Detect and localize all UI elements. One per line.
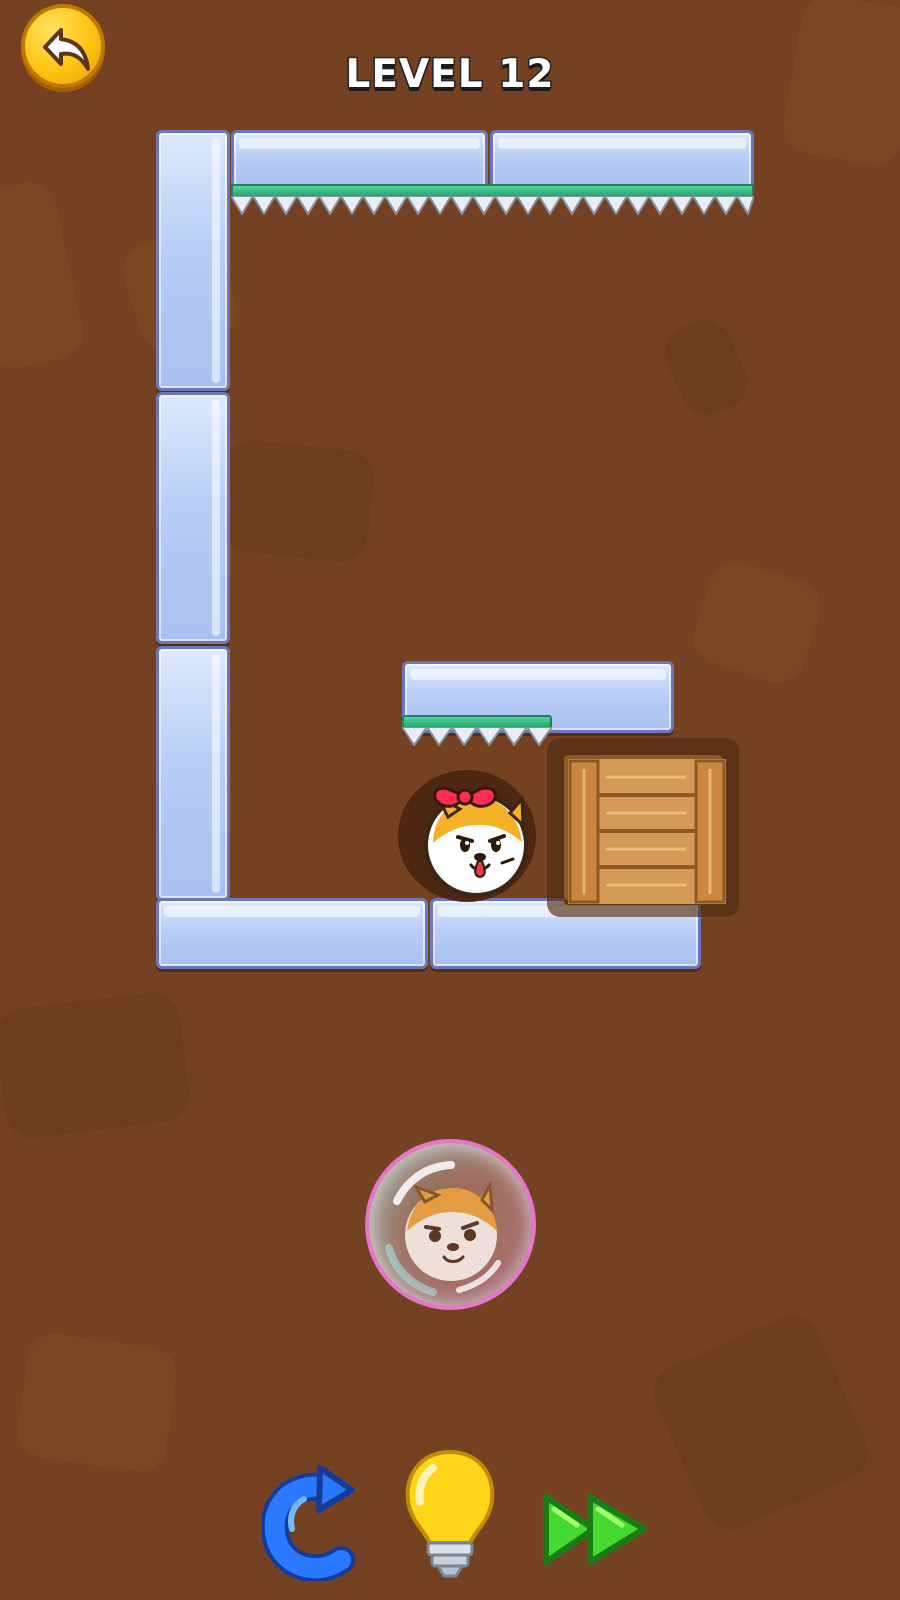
ice-block-bottom-right: [430, 898, 701, 969]
ice-block-left-middle: [156, 392, 230, 644]
skip-button[interactable]: [542, 1489, 652, 1571]
background-rock-3: [217, 437, 377, 565]
ice-block-left-upper: [156, 130, 230, 391]
middle-spikes: [402, 727, 552, 746]
top-spikes: [231, 196, 754, 215]
restart-button[interactable]: [262, 1463, 358, 1581]
background-rock-4: [686, 554, 828, 691]
background-rock-6: [14, 1330, 180, 1475]
fast-forward-icon: [543, 1494, 647, 1565]
shiba-dog-bubble[interactable]: [365, 1139, 536, 1310]
shiba-dog-with-red-bow[interactable]: [420, 785, 536, 901]
background-rock-5: [0, 989, 193, 1141]
wooden-crate: [564, 755, 726, 904]
red-bow-icon: [433, 786, 497, 808]
background-rock-9: [655, 310, 757, 424]
background-rock-1: [0, 177, 88, 373]
ice-block-top-right: [490, 130, 754, 189]
level-title: LEVEL 12: [344, 51, 555, 99]
ice-block-left-lower: [156, 646, 230, 901]
restart-icon: [262, 1465, 355, 1581]
background-rock-7: [645, 1306, 877, 1539]
ice-block-top-left: [231, 130, 488, 189]
lightbulb-icon: [405, 1449, 495, 1578]
ice-block-bottom-left: [156, 898, 428, 969]
hint-button[interactable]: [400, 1448, 500, 1580]
